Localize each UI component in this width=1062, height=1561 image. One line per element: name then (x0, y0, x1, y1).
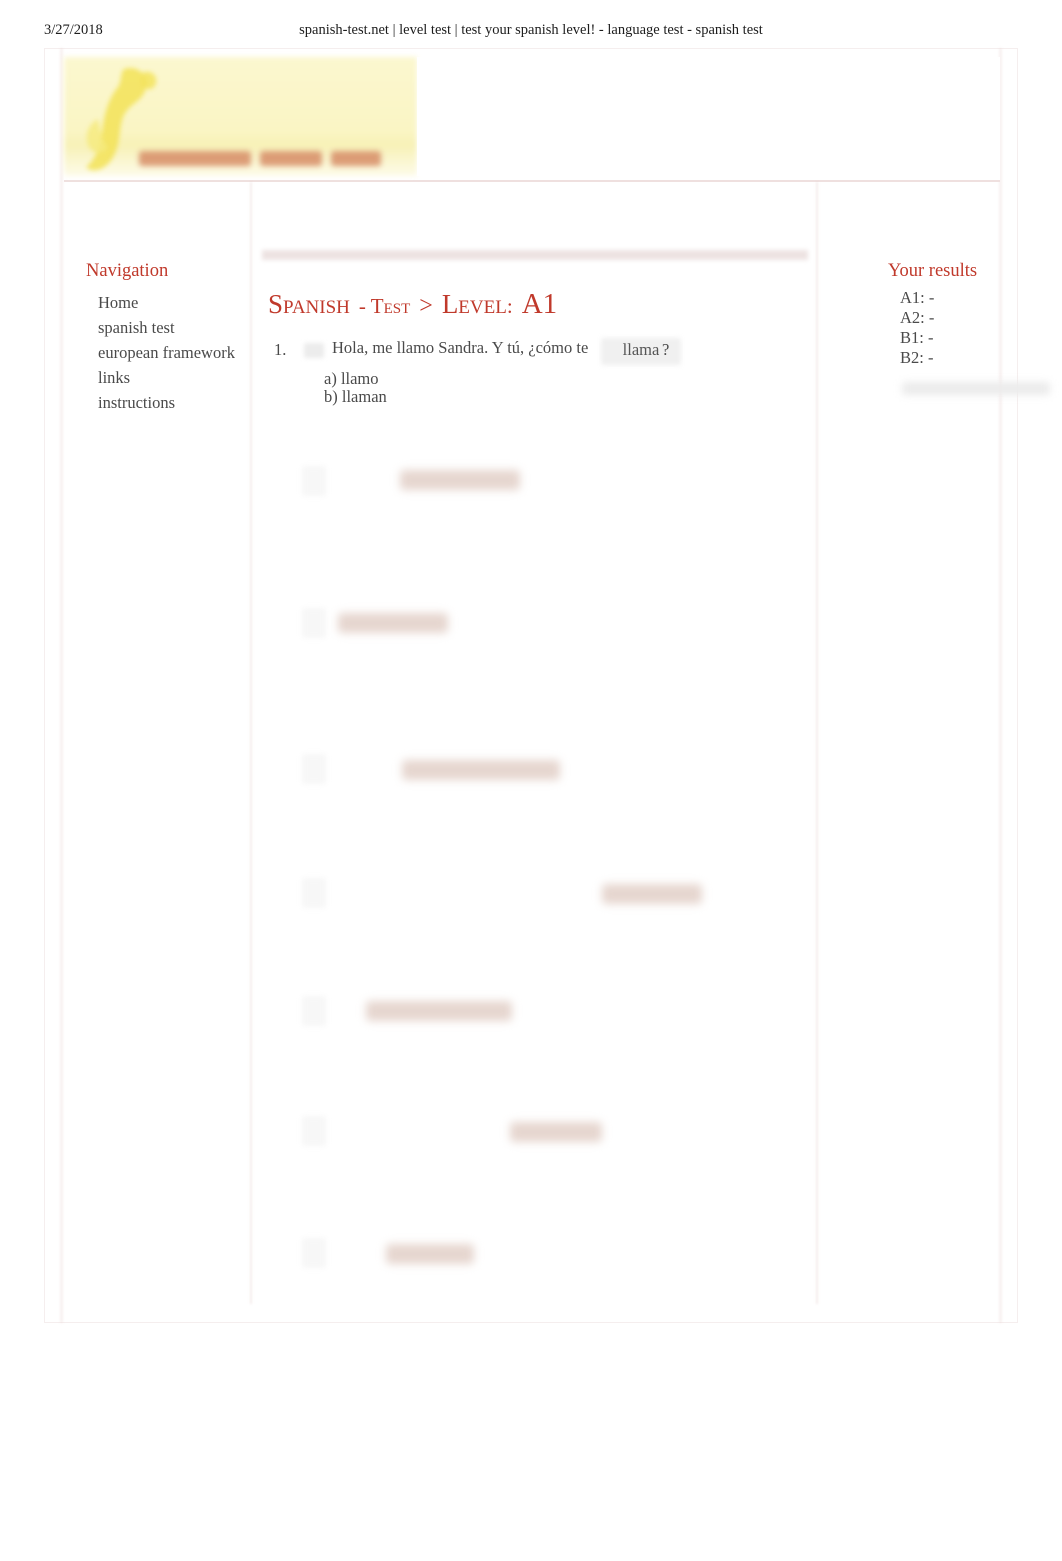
title-part-spanish: Spanish (268, 289, 350, 319)
sidebar-item-label: instructions (98, 393, 175, 412)
logo-wordmark (139, 145, 407, 171)
print-header: 3/27/2018 spanish-test.net | level test … (0, 22, 1062, 44)
sidebar-item-spanish-test[interactable]: spanish test (98, 315, 248, 340)
title-part-level: Level (441, 289, 507, 319)
column-divider-right (816, 182, 818, 1304)
results-heading: Your results (888, 261, 978, 281)
title-part-a1: A1 (521, 288, 558, 320)
option-a[interactable]: a) llamo (324, 370, 387, 388)
sidebar-item-label: Home (98, 293, 139, 312)
content-columns: Navigation Home spanish test european fr… (64, 182, 1050, 1312)
result-item-label: A2: - (900, 308, 935, 327)
result-item-b2: B2: - (900, 348, 934, 368)
question-radio-icon[interactable] (304, 343, 324, 358)
question-block: 1. Hola, me llamo Sandra. Y tú, ¿cómo te… (254, 338, 816, 406)
sidebar-item-label: links (98, 368, 131, 387)
result-item-label: B2: - (900, 348, 934, 367)
sidebar-item-label: spanish test (98, 318, 175, 337)
title-part-colon: : (506, 294, 513, 318)
main-content-column: Spanish - Test > Level: A1 1. Hola, me llamo… (254, 182, 816, 1304)
masthead-right-area (417, 57, 1000, 176)
result-item-label: B1: - (900, 328, 934, 347)
sidebar-item-instructions[interactable]: instructions (98, 390, 248, 415)
results-list: A1: - A2: - B1: - B2: - (900, 288, 934, 368)
title-part-test: - Test (358, 294, 411, 318)
results-faded-text (902, 382, 1050, 395)
navigation-heading: Navigation (86, 261, 169, 281)
navigation-list: Home spanish test european framework lin… (98, 290, 248, 415)
result-item-label: A1: - (900, 288, 935, 307)
result-item-a1: A1: - (900, 288, 934, 308)
main-top-bar (262, 250, 808, 260)
page-title: Spanish - Test > Level: A1 (268, 290, 557, 319)
sidebar-item-label: european framework (98, 343, 235, 362)
column-divider-left (250, 182, 252, 1304)
question-number: 1. (274, 340, 287, 359)
option-b[interactable]: b) llaman (324, 388, 387, 406)
question-options: a) llamo b) llaman (324, 370, 387, 406)
result-item-a2: A2: - (900, 308, 934, 328)
sidebar-item-links[interactable]: links (98, 365, 248, 390)
site-masthead (64, 57, 1000, 182)
page-frame: Navigation Home spanish test european fr… (44, 48, 1050, 1323)
sidebar-item-home[interactable]: Home (98, 290, 248, 315)
frame-edge-left (60, 48, 63, 1323)
result-item-b1: B1: - (900, 328, 934, 348)
title-part-gt: > (419, 293, 433, 319)
sidebar-item-european-framework[interactable]: european framework (98, 340, 248, 365)
question-row: 1. Hola, me llamo Sandra. Y tú, ¿cómo te… (254, 338, 816, 368)
question-prompt: Hola, me llamo Sandra. Y tú, ¿cómo te (332, 338, 589, 357)
question-mark: ? (662, 340, 670, 359)
print-page-title: spanish-test.net | level test | test you… (299, 22, 763, 38)
